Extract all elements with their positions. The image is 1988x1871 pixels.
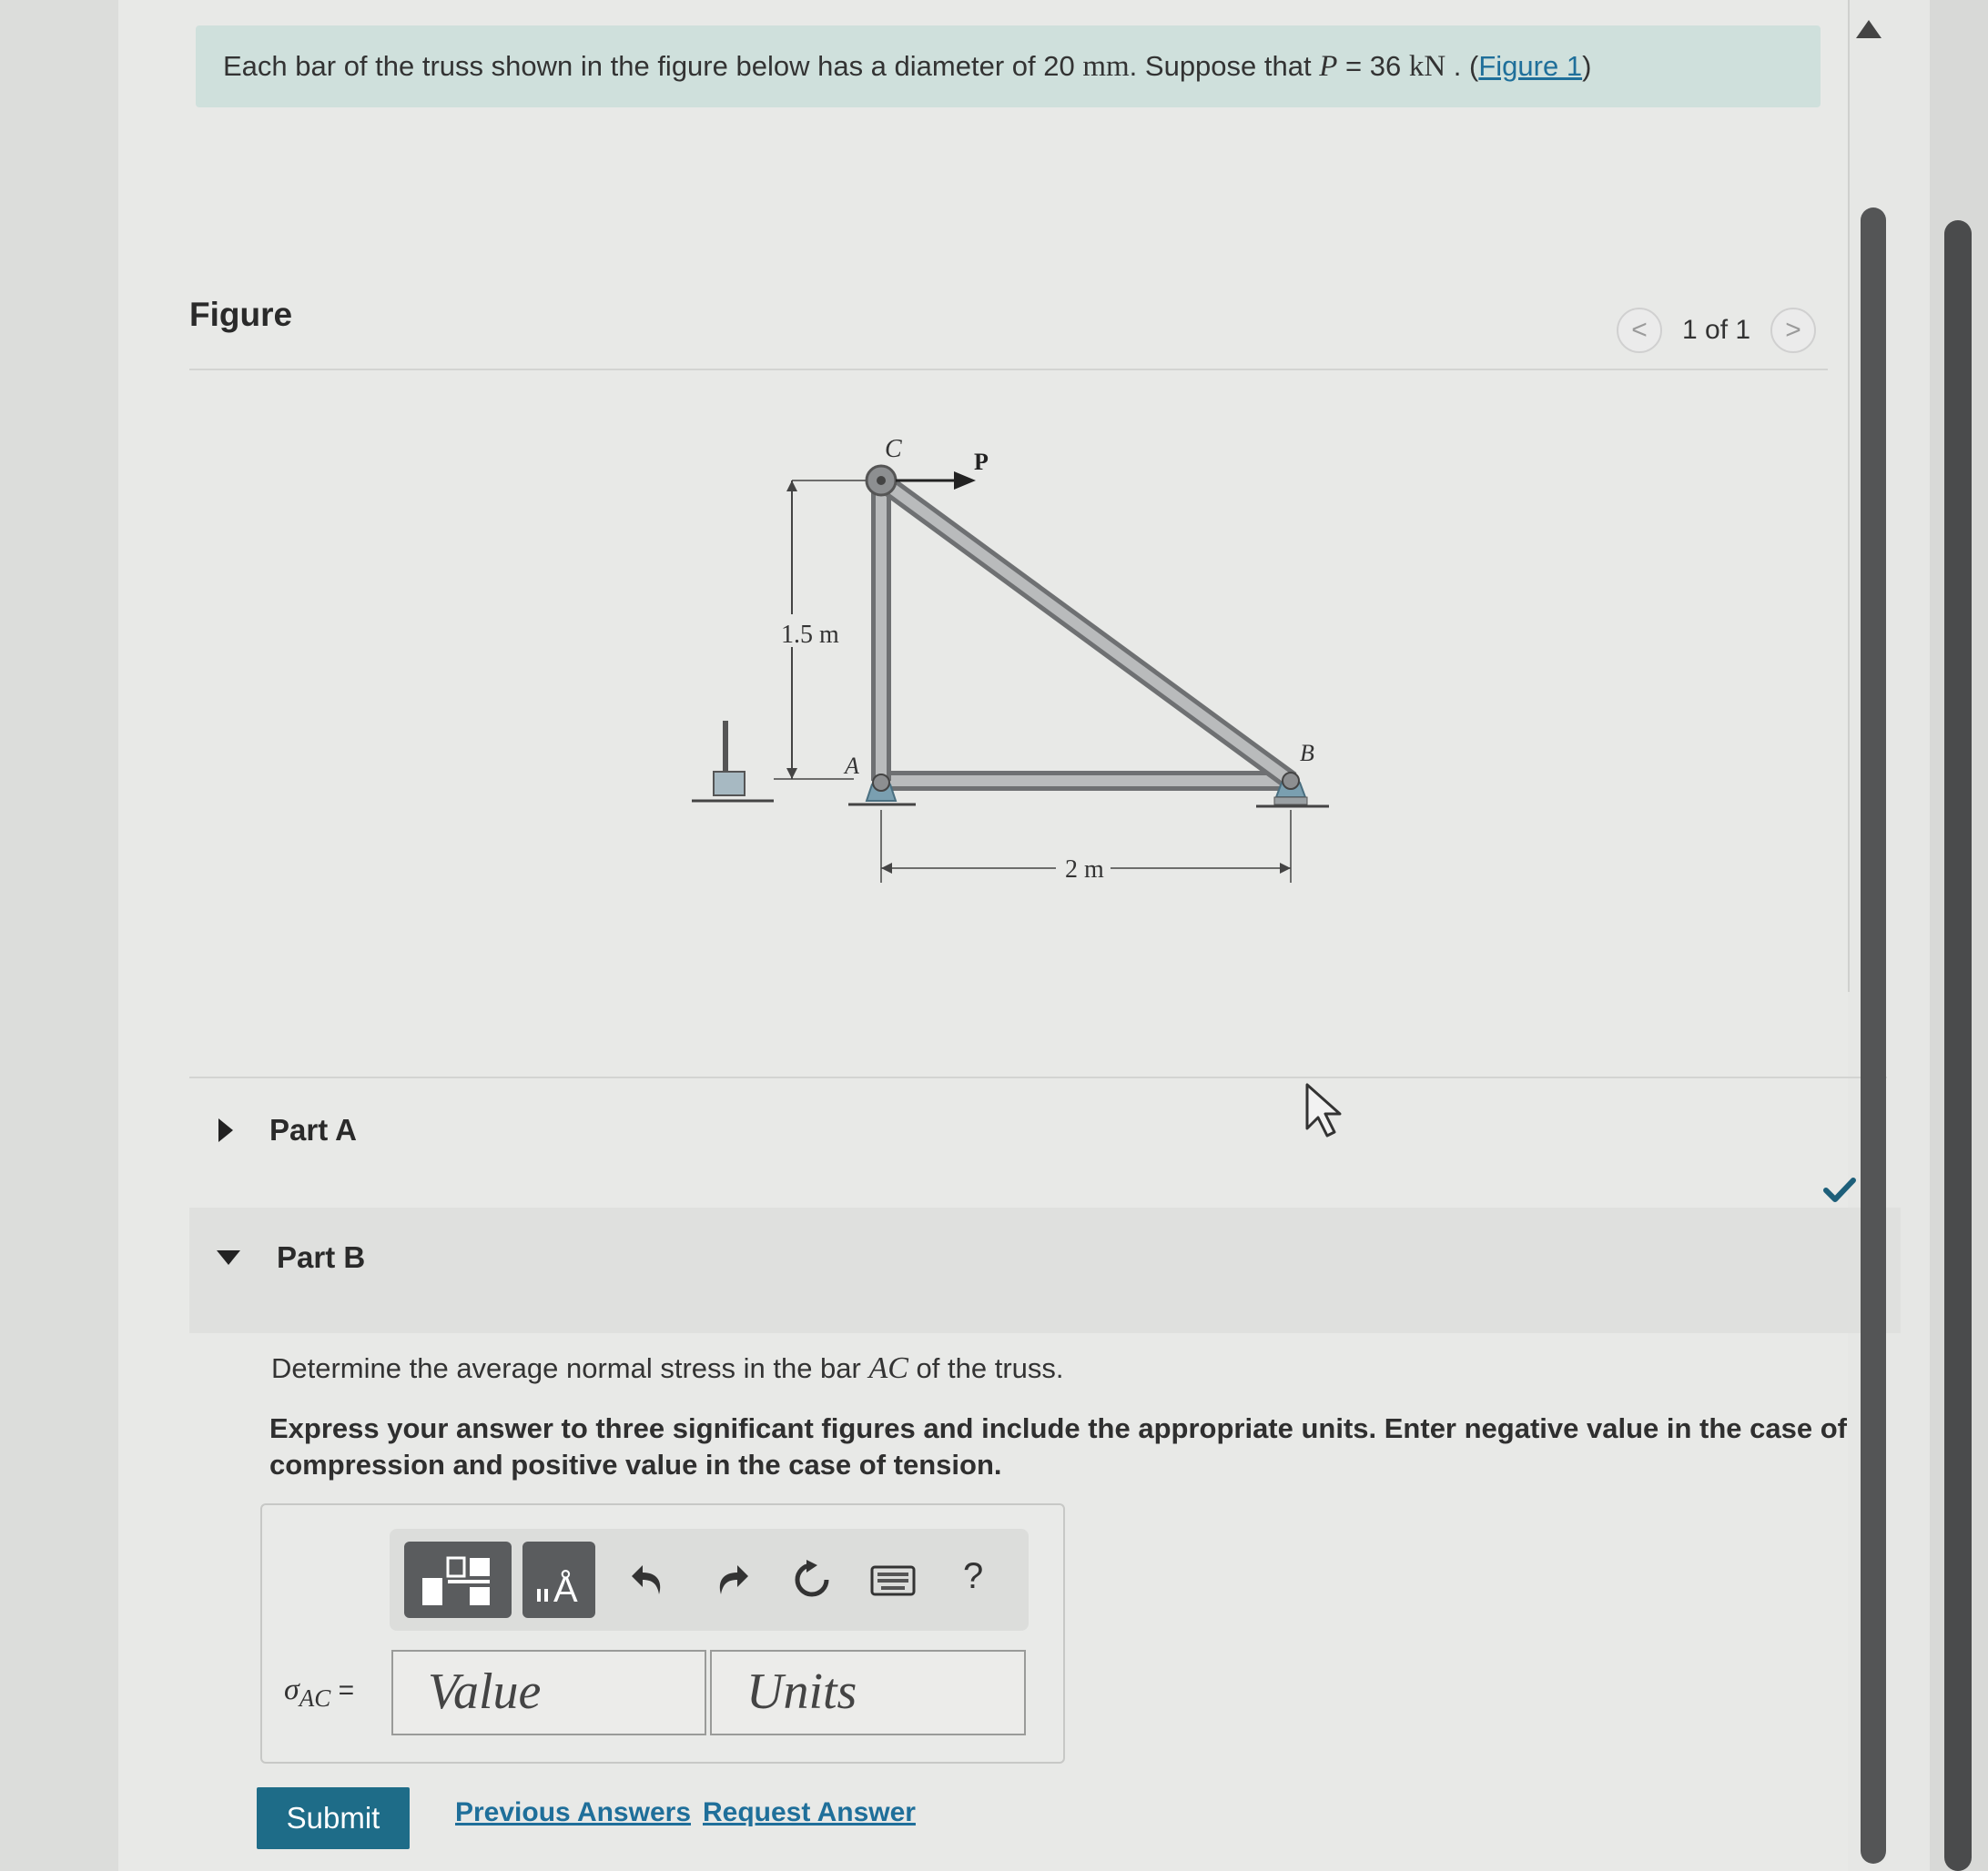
inner-scrollbar[interactable] [1861, 207, 1886, 1864]
load-label: P [974, 449, 989, 475]
page-left-margin [0, 0, 120, 1871]
support-detail-glyph [692, 721, 774, 803]
statement-text-middle: . Suppose that [1129, 50, 1320, 82]
load-value: = 36 [1337, 50, 1409, 82]
bar-symbol: AC [868, 1351, 908, 1385]
request-answer-link[interactable]: Request Answer [703, 1797, 916, 1828]
answer-variable-label: σAC = [284, 1673, 354, 1713]
part-a-label: Part A [269, 1113, 357, 1147]
sigma-subscript: AC [299, 1684, 331, 1712]
divider [189, 369, 1828, 370]
units-input[interactable]: Units [710, 1650, 1026, 1735]
truss-figure: 1.5 m 2 m C P A B [692, 435, 1329, 884]
load-unit: kN [1408, 50, 1446, 83]
previous-answers-link[interactable]: Previous Answers [455, 1797, 691, 1828]
mouse-pointer-icon [1305, 1083, 1342, 1138]
statement-text: Each bar of the truss shown in the figur… [223, 50, 1083, 82]
part-b-toggle[interactable]: Part B [217, 1230, 365, 1285]
scroll-up-arrow-icon[interactable] [1856, 20, 1882, 38]
load-arrow [954, 471, 976, 490]
templates-icon [422, 1556, 490, 1605]
divider [189, 1077, 1887, 1078]
diameter-unit: mm [1082, 50, 1130, 83]
value-input[interactable]: Value [391, 1650, 706, 1735]
node-b-label: B [1300, 740, 1314, 766]
question-text: Determine the average normal stress in t… [271, 1352, 869, 1384]
part-b-header [189, 1208, 1901, 1333]
submit-button[interactable]: Submit [257, 1787, 410, 1849]
prev-figure-button[interactable]: < [1617, 308, 1662, 353]
part-a-toggle[interactable]: Part A [218, 1103, 357, 1158]
figure-page-count: 1 of 1 [1682, 315, 1751, 345]
load-symbol: P [1319, 50, 1338, 83]
units-button[interactable]: Å [522, 1542, 595, 1618]
equals-sign: = [330, 1675, 355, 1705]
reset-icon[interactable] [790, 1558, 834, 1602]
help-button[interactable]: ? [963, 1556, 983, 1597]
checkmark-icon [1823, 1178, 1856, 1202]
caret-right-icon [218, 1118, 233, 1142]
outer-scrollbar[interactable] [1944, 220, 1972, 1871]
width-dimension-label: 2 m [1065, 855, 1104, 884]
figure-link[interactable]: Figure 1 [1478, 50, 1582, 82]
node-a-label: A [843, 753, 859, 779]
math-toolbar: Å ? [390, 1529, 1029, 1631]
redo-icon[interactable] [712, 1560, 752, 1600]
question-text-end: of the truss. [908, 1352, 1064, 1384]
height-dimension-label: 1.5 m [781, 621, 839, 649]
undo-icon[interactable] [628, 1560, 668, 1600]
next-figure-button[interactable]: > [1770, 308, 1817, 353]
sigma-symbol: σ [284, 1673, 299, 1706]
figure-heading: Figure [189, 296, 293, 333]
problem-statement: Each bar of the truss shown in the figur… [196, 25, 1821, 107]
part-b-label: Part B [277, 1240, 366, 1274]
caret-down-icon [217, 1250, 240, 1265]
part-b-question: Determine the average normal stress in t… [271, 1351, 1064, 1386]
keyboard-icon[interactable] [870, 1565, 916, 1596]
statement-close: ) [1582, 50, 1592, 82]
figure-pager: < 1 of 1 > [1617, 308, 1817, 353]
node-c-label: C [885, 435, 902, 463]
panel-edge [1848, 0, 1850, 992]
units-icon: Å [537, 1569, 578, 1607]
answer-instruction: Express your answer to three significant… [269, 1412, 1847, 1481]
templates-button[interactable] [404, 1542, 512, 1618]
svg-text:Å: Å [553, 1569, 578, 1607]
statement-text-after: . ( [1445, 50, 1479, 82]
